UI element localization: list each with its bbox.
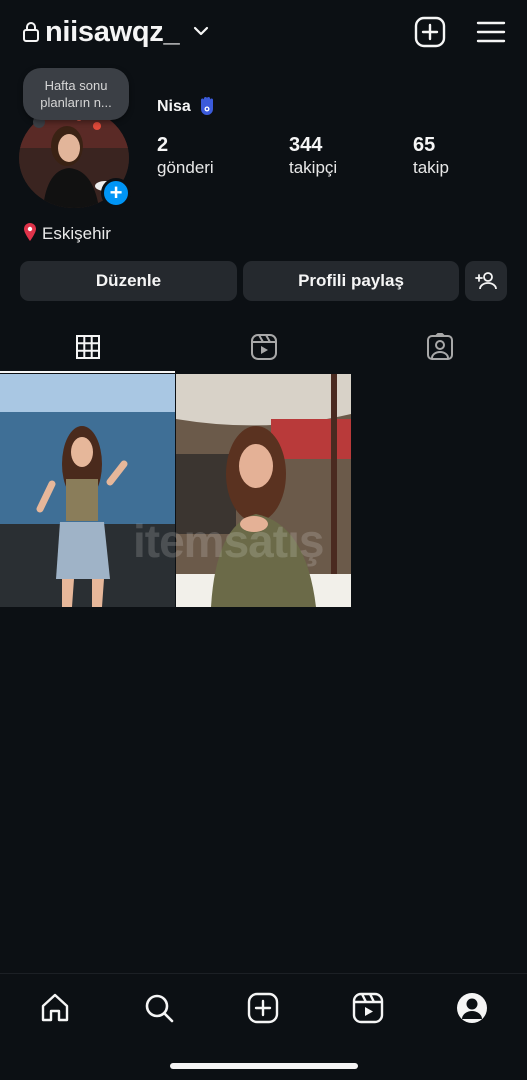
stat-followers-value: 344 xyxy=(289,134,323,156)
location-text: Eskişehir xyxy=(42,224,111,243)
display-name: Nisa xyxy=(157,98,191,115)
share-profile-button[interactable]: Profili paylaş xyxy=(243,261,459,301)
lock-icon xyxy=(23,22,39,42)
stat-following-label: takip xyxy=(413,158,449,177)
edit-profile-button[interactable]: Düzenle xyxy=(20,261,237,301)
grid-icon xyxy=(75,335,100,359)
hamsa-hand-icon xyxy=(201,97,213,115)
create-icon xyxy=(247,992,279,1024)
note-bubble[interactable]: Hafta sonu planların n... xyxy=(23,68,129,120)
tab-tagged[interactable] xyxy=(352,320,527,374)
post-photo-cafe xyxy=(176,374,351,607)
reels-icon xyxy=(250,334,277,360)
hamburger-menu-icon[interactable] xyxy=(476,19,506,45)
home-icon xyxy=(41,993,69,1022)
username-switcher[interactable]: niisawqz_ xyxy=(45,14,180,50)
tagged-person-icon xyxy=(426,333,453,360)
post-thumbnail[interactable] xyxy=(176,374,351,607)
nav-profile[interactable] xyxy=(452,988,492,1028)
stat-following[interactable]: 65 takip xyxy=(413,133,449,179)
stat-followers[interactable]: 344 takipçi xyxy=(289,133,337,179)
reels-icon xyxy=(352,992,384,1024)
add-person-icon xyxy=(475,272,497,290)
stat-posts[interactable]: 2 gönderi xyxy=(157,133,214,179)
stat-following-value: 65 xyxy=(413,134,436,156)
stat-followers-label: takipçi xyxy=(289,158,338,177)
nav-reels[interactable] xyxy=(348,988,388,1028)
profile-icon xyxy=(457,993,487,1023)
nav-create[interactable] xyxy=(243,988,283,1028)
tab-reels[interactable] xyxy=(176,320,351,374)
stat-posts-label: gönderi xyxy=(157,158,214,177)
pin-icon xyxy=(24,223,36,241)
active-tab-indicator xyxy=(0,371,175,373)
plus-square-icon[interactable] xyxy=(414,16,446,48)
chevron-down-icon[interactable] xyxy=(193,24,209,38)
top-bar: niisawqz_ xyxy=(0,0,527,66)
stat-posts-value: 2 xyxy=(157,134,169,156)
post-thumbnail[interactable] xyxy=(0,374,175,607)
location: Eskişehir xyxy=(22,222,111,245)
profile-tabs xyxy=(0,320,527,374)
search-icon xyxy=(145,994,174,1023)
add-story-button[interactable]: + xyxy=(101,178,131,208)
tab-grid[interactable] xyxy=(0,320,175,374)
nav-home[interactable] xyxy=(35,988,75,1028)
nav-search[interactable] xyxy=(139,988,179,1028)
discover-people-button[interactable] xyxy=(465,261,507,301)
post-photo-beach xyxy=(0,374,175,607)
home-indicator[interactable] xyxy=(170,1063,358,1069)
